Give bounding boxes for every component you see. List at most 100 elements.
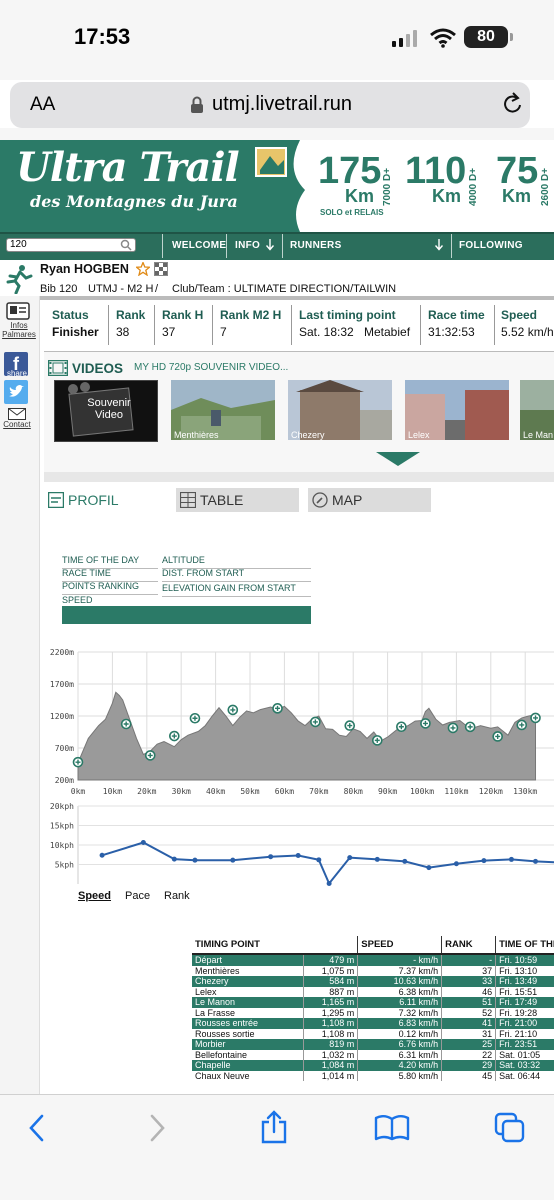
stat-divider bbox=[420, 305, 421, 345]
speed-point bbox=[402, 858, 408, 864]
legend-distance[interactable]: DIST. FROM START bbox=[162, 568, 311, 582]
speed-y-tick: 5kph bbox=[55, 861, 74, 870]
nav-following[interactable]: FOLLOWING bbox=[459, 240, 523, 251]
legend-speed-selected-bar[interactable] bbox=[62, 606, 311, 624]
timing-header-point[interactable]: TIMING POINT bbox=[192, 936, 359, 955]
legend-race-time[interactable]: RACE TIME bbox=[62, 568, 158, 582]
speed-point bbox=[453, 861, 459, 867]
nav-welcome[interactable]: WELCOME bbox=[172, 240, 226, 251]
stat-divider bbox=[291, 305, 292, 345]
forward-icon[interactable] bbox=[148, 1114, 166, 1142]
table-row[interactable]: Chaux Neuve 1,014 m 5.80 km/h 45 Sat. 06:44 bbox=[192, 1070, 554, 1081]
share-icon[interactable] bbox=[260, 1110, 288, 1144]
expand-videos-chevron-icon[interactable] bbox=[376, 452, 420, 468]
timing-point-speed: 5.80 km/h bbox=[357, 1070, 443, 1081]
nav-runners[interactable]: RUNNERS bbox=[290, 240, 342, 251]
sidebar-share-label[interactable]: share bbox=[0, 369, 34, 378]
table-row[interactable]: Lelex 887 m 6.38 km/h 46 Fri. 15:51 bbox=[192, 986, 554, 997]
legend-time-of-day[interactable]: TIME OF THE DAY bbox=[62, 555, 158, 569]
souvenir-video-thumb[interactable]: Souvenir Video bbox=[54, 380, 158, 442]
race-175-note: SOLO et RELAIS bbox=[320, 208, 384, 217]
timing-point-altitude: 1,108 m bbox=[303, 1018, 359, 1029]
mode-speed[interactable]: Speed bbox=[78, 890, 111, 902]
bookmarks-icon[interactable] bbox=[374, 1114, 410, 1142]
videos-subtitle[interactable]: MY HD 720p SOUVENIR VIDEO... bbox=[134, 362, 288, 373]
stat-divider bbox=[154, 305, 155, 345]
tabs-icon[interactable] bbox=[494, 1112, 526, 1144]
nav-separator bbox=[226, 234, 227, 258]
legend-elevation-gain[interactable]: ELEVATION GAIN FROM START bbox=[162, 583, 311, 597]
timing-point-time: Fri. 19:28 bbox=[495, 1007, 554, 1018]
timing-point-speed: 6.11 km/h bbox=[357, 997, 443, 1008]
elevation-x-tick: 80km bbox=[344, 787, 363, 796]
status-time: 17:53 bbox=[74, 24, 131, 49]
table-icon bbox=[180, 492, 196, 508]
speed-point bbox=[99, 852, 105, 858]
legend-altitude[interactable]: ALTITUDE bbox=[162, 555, 311, 569]
timing-header-rank[interactable]: RANK bbox=[441, 936, 497, 955]
table-row[interactable]: Chapelle 1,084 m 4.20 km/h 29 Sat. 03:32 bbox=[192, 1060, 554, 1071]
timing-point-speed: 4.20 km/h bbox=[357, 1060, 443, 1071]
id-card-icon[interactable] bbox=[6, 302, 30, 320]
timing-point-time: Fri. 13:10 bbox=[495, 965, 554, 976]
race-175-elev: 7000 D+ bbox=[382, 167, 393, 206]
souvenir-video-label: Souvenir Video bbox=[87, 397, 131, 421]
nav-info[interactable]: INFO bbox=[235, 240, 260, 251]
speed-point bbox=[481, 858, 487, 864]
bib-search-input[interactable]: 120 bbox=[6, 238, 136, 252]
timing-point-name: Rousses entrée bbox=[192, 1018, 305, 1029]
timing-point-rank: 31 bbox=[441, 1028, 497, 1039]
runner-name: Ryan HOGBEN bbox=[40, 262, 129, 276]
table-row[interactable]: Le Manon 1,165 m 6.11 km/h 51 Fri. 17:49 bbox=[192, 997, 554, 1008]
timing-point-altitude: 1,032 m bbox=[303, 1049, 359, 1060]
twitter-icon[interactable] bbox=[4, 380, 28, 404]
arrow-down-icon bbox=[266, 239, 274, 251]
lock-icon bbox=[191, 96, 203, 113]
timing-point-altitude: 1,014 m bbox=[303, 1070, 359, 1081]
videos-title: VIDEOS bbox=[72, 361, 124, 376]
race-110-elev: 4000 D+ bbox=[468, 167, 479, 206]
speed-y-tick: 20kph bbox=[50, 802, 74, 811]
timing-point-time: Fri. 21:10 bbox=[495, 1028, 554, 1039]
mail-icon[interactable] bbox=[8, 408, 26, 420]
search-icon[interactable] bbox=[120, 239, 132, 251]
star-icon[interactable] bbox=[136, 262, 150, 276]
nav-separator bbox=[451, 234, 452, 258]
reload-icon[interactable] bbox=[502, 92, 524, 116]
table-row[interactable]: Départ 479 m- km/h - Fri. 10:59 bbox=[192, 954, 554, 966]
timing-table: TIMING POINT SPEED RANK TIME OF THE Dépa… bbox=[192, 936, 554, 1094]
legend-points-ranking[interactable]: POINTS RANKING bbox=[62, 581, 158, 595]
back-icon[interactable] bbox=[28, 1114, 46, 1142]
table-row[interactable]: Menthières 1,075 m 7.37 km/h 37 Fri. 13:10 bbox=[192, 965, 554, 976]
table-row[interactable]: Rousses entrée 1,108 m 6.83 km/h 41 Fri. 21:… bbox=[192, 1018, 554, 1029]
timing-point-altitude: 1,108 m bbox=[303, 1028, 359, 1039]
mode-pace[interactable]: Pace bbox=[125, 890, 150, 902]
speed-point bbox=[374, 856, 380, 862]
table-row[interactable]: La Frasse 1,295 m 7.32 km/h 52 Fri. 19:28 bbox=[192, 1007, 554, 1018]
timing-point-speed: 6.76 km/h bbox=[357, 1039, 443, 1050]
text-size-button[interactable]: AA bbox=[30, 94, 55, 116]
timing-point-speed: 0.12 km/h bbox=[357, 1028, 443, 1039]
race-75-elev: 2600 D+ bbox=[540, 167, 551, 206]
timing-point-altitude: 1,075 m bbox=[303, 965, 359, 976]
timing-point-time: Sat. 03:32 bbox=[495, 1060, 554, 1071]
battery-indicator: 80 bbox=[464, 26, 508, 48]
stat-header-last-point: Last timing point bbox=[299, 308, 396, 322]
table-row[interactable]: Bellefontaine 1,032 m 6.31 km/h 22 Sat. 01:0… bbox=[192, 1049, 554, 1060]
mode-rank[interactable]: Rank bbox=[164, 890, 190, 902]
stat-header-rank: Rank bbox=[116, 308, 146, 322]
timing-point-rank: 51 bbox=[441, 997, 497, 1008]
url-text[interactable]: utmj.livetrail.run bbox=[212, 93, 352, 116]
table-row[interactable]: Chezery 584 m 10.63 km/h 33 Fri. 13:49 bbox=[192, 976, 554, 987]
timing-point-name: Lelex bbox=[192, 986, 305, 997]
timing-header-time[interactable]: TIME OF THE bbox=[495, 936, 554, 955]
timing-point-rank: 22 bbox=[441, 1049, 497, 1060]
table-row[interactable]: Morbier 819 m 6.76 km/h 25 Fri. 23:51 bbox=[192, 1039, 554, 1050]
sidebar-contact-link[interactable]: Contact bbox=[0, 420, 34, 429]
table-row[interactable]: Rousses sortie 1,108 m 0.12 km/h 31 Fri. 21:… bbox=[192, 1028, 554, 1039]
timing-point-time: Fri. 10:59 bbox=[495, 954, 554, 966]
sidebar-infos-link[interactable]: Infos Palmares bbox=[2, 321, 36, 339]
timing-header-speed[interactable]: SPEED bbox=[357, 936, 443, 955]
elevation-y-tick: 700m bbox=[55, 744, 74, 753]
timing-point-name: Morbier bbox=[192, 1039, 305, 1050]
